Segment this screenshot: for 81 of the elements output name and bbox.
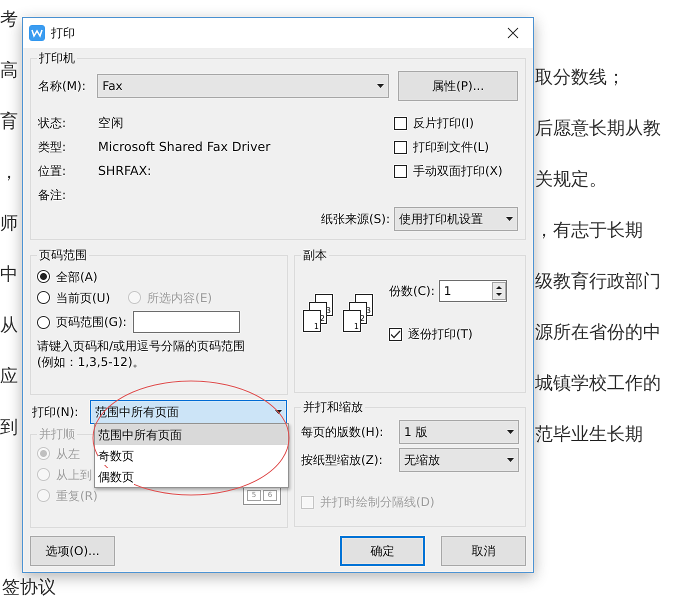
group-legend: 副本 [301,247,329,263]
document-text: ，有志于长期 [535,220,643,241]
window-title: 打印 [51,25,76,42]
radio-label: 全部(A) [56,268,98,286]
document-text: 中 [0,264,18,285]
dropdown-option[interactable]: 偶数页 [95,466,288,487]
info-label: 状态: [38,115,68,132]
checkbox-label: 逐份打印(T) [408,326,473,343]
radio-button[interactable] [37,270,50,283]
copies-spinner[interactable]: 1 [438,280,507,302]
hint-text: (例如：1,3,5-12)。 [37,354,146,370]
document-text: 高 [0,60,18,81]
radio-label: 所选内容(E) [147,290,212,306]
radio-label: 页码范围(G): [56,314,127,331]
field-label: 份数(C): [389,283,435,300]
dropdown-option[interactable]: 范围中所有页面 [95,424,288,445]
document-text: 源所在省份的中 [535,322,661,343]
document-text: 育 [0,111,18,132]
document-text: 后愿意长期从教 [535,118,661,139]
page-number: 1 [314,322,320,331]
pages-per-sheet-select[interactable]: 1 版 [399,420,519,444]
radio-label: 当前页(U) [56,290,110,306]
document-text: 应 [0,366,18,387]
document-text: 签协议 [2,577,56,598]
info-label: 备注: [38,187,68,204]
document-text: 考 [0,9,18,30]
checkbox[interactable] [394,116,407,130]
document-text: 级教育行政部门 [535,271,661,292]
properties-button[interactable]: 属性(P)... [398,71,518,101]
printer-select[interactable]: Fax [97,74,390,98]
document-text: 城镇学校工作的 [535,373,661,394]
dropdown-caret-icon [377,84,384,88]
document-text: ， [0,162,18,183]
group-legend: 打印机 [37,50,77,66]
checkbox-label: 并打时绘制分隔线(D) [320,494,435,511]
field-label: 名称(M): [38,78,87,95]
field-label: 纸张来源(S): [320,211,390,228]
hint-text: 请键入页码和/或用逗号分隔的页码范围 [37,338,246,354]
checkbox-label: 反片打印(I) [413,115,474,132]
info-label: 位置: [38,163,68,180]
dropdown-caret-icon [507,430,514,434]
checkbox[interactable] [394,164,407,178]
radio-label: 重复(R) [56,488,98,504]
document-text: 师 [0,213,18,234]
field-label: 打印(N): [31,404,80,421]
radio-label: 从左 [56,446,80,462]
dialog-button[interactable]: 选项(O)... [30,536,115,566]
document-text: 从 [0,315,18,336]
checkbox-label: 手动双面打印(X) [413,163,503,180]
dropdown-caret-icon [506,217,513,221]
info-value: 空闲 [98,114,124,132]
app-logo-icon [29,25,45,41]
info-value: Microsoft Shared Fax Driver [98,138,270,156]
scale-select[interactable]: 无缩放 [399,448,519,472]
dropdown-option[interactable]: 奇数页 [95,445,288,466]
page-range-input[interactable] [132,311,240,333]
spinner-arrows-icon[interactable] [492,282,506,300]
group-legend: 页码范围 [37,247,89,263]
field-label: 按纸型缩放(Z): [301,452,384,469]
close-icon[interactable] [507,27,519,39]
checkbox[interactable] [394,140,407,154]
radio-label: 从上到 [56,466,92,484]
dropdown-caret-icon [275,410,282,414]
checkbox-label: 打印到文件(L) [413,139,490,156]
page-number: 1 [354,322,360,331]
group-legend: 并打和缩放 [301,399,365,415]
group-legend: 并打顺 [37,426,77,442]
document-text: 取分数线； [535,67,625,88]
dialog-button[interactable]: 取消 [441,536,526,566]
dropdown-caret-icon [507,458,514,462]
document-text: 关规定。 [535,169,607,190]
radio-button[interactable] [37,291,50,304]
checkbox[interactable] [389,328,402,340]
paper-source-select[interactable]: 使用打印机设置 [394,207,518,231]
document-text: 到 [0,417,18,438]
field-label: 每页的版数(H): [301,424,384,441]
info-value: SHRFAX: [98,162,152,180]
radio-button[interactable] [37,316,50,328]
dialog-button[interactable]: 确定 [340,536,425,566]
document-text: 范毕业生长期 [535,424,643,445]
info-label: 类型: [38,139,68,156]
